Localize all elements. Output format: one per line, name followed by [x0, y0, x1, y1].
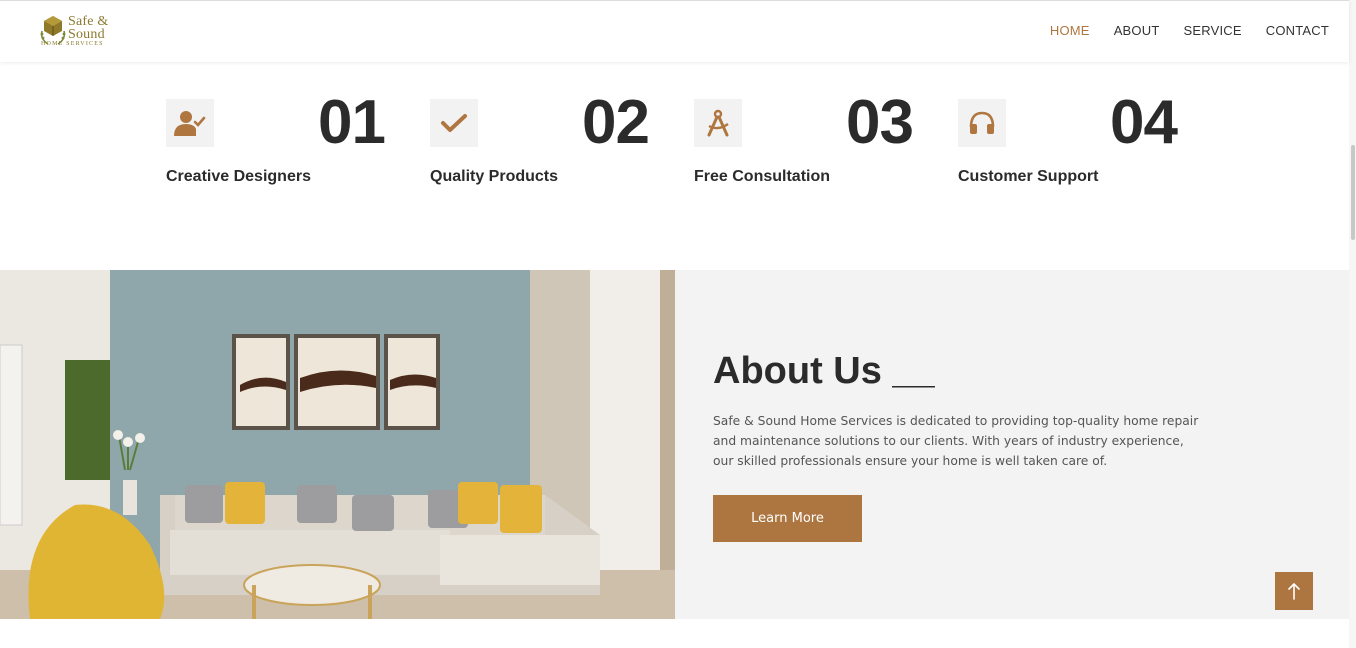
about-title: About Us __	[713, 350, 935, 392]
feature-icon-box	[430, 99, 478, 147]
feature-number: 03	[846, 88, 914, 157]
scroll-to-top-button[interactable]	[1275, 572, 1313, 610]
learn-more-button[interactable]: Learn More	[713, 495, 862, 542]
top-navbar: Safe & Sound HOME SERVICES HOME ABOUT SE…	[0, 0, 1349, 62]
headphones-icon	[969, 111, 995, 134]
feature-label: Creative Designers	[166, 168, 311, 185]
main-nav: HOME ABOUT SERVICE CONTACT	[1050, 23, 1329, 38]
feature-icon-box	[694, 99, 742, 147]
about-description: Safe & Sound Home Services is dedicated …	[713, 414, 1199, 468]
nav-about[interactable]: ABOUT	[1114, 23, 1160, 38]
nav-service[interactable]: SERVICE	[1183, 23, 1241, 38]
check-icon	[441, 114, 467, 132]
page-scrollbar-thumb[interactable]	[1351, 145, 1355, 240]
user-check-icon	[174, 111, 206, 136]
nav-home[interactable]: HOME	[1050, 23, 1090, 38]
nav-contact[interactable]: CONTACT	[1266, 23, 1329, 38]
living-room-photo	[0, 270, 675, 619]
feature-icon-box	[166, 99, 214, 147]
feature-card: 01 Creative Designers	[166, 90, 406, 200]
next-section-edge	[0, 619, 1349, 648]
feature-card: 04 Customer Support	[958, 90, 1198, 200]
features-section: 01 Creative Designers 02 Quality Product…	[166, 90, 1266, 210]
compass-icon	[707, 109, 729, 137]
about-section: About Us __ Safe & Sound Home Services i…	[675, 270, 1349, 619]
feature-label: Quality Products	[430, 168, 559, 185]
page-scrollbar-track[interactable]	[1349, 0, 1356, 648]
feature-label: Customer Support	[958, 168, 1099, 185]
brand-logo[interactable]: Safe & Sound HOME SERVICES	[38, 13, 128, 53]
living-room-illustration	[0, 270, 675, 619]
brand-name-line2: Sound	[68, 27, 105, 42]
feature-number: 02	[582, 88, 650, 157]
feature-card: 02 Quality Products	[430, 90, 670, 200]
arrow-up-icon	[1288, 583, 1300, 600]
feature-icon-box	[958, 99, 1006, 147]
feature-label: Free Consultation	[694, 168, 831, 185]
brand-tagline: HOME SERVICES	[41, 41, 104, 47]
feature-number: 04	[1110, 88, 1178, 157]
feature-number: 01	[318, 88, 386, 157]
feature-card: 03 Free Consultation	[694, 90, 934, 200]
